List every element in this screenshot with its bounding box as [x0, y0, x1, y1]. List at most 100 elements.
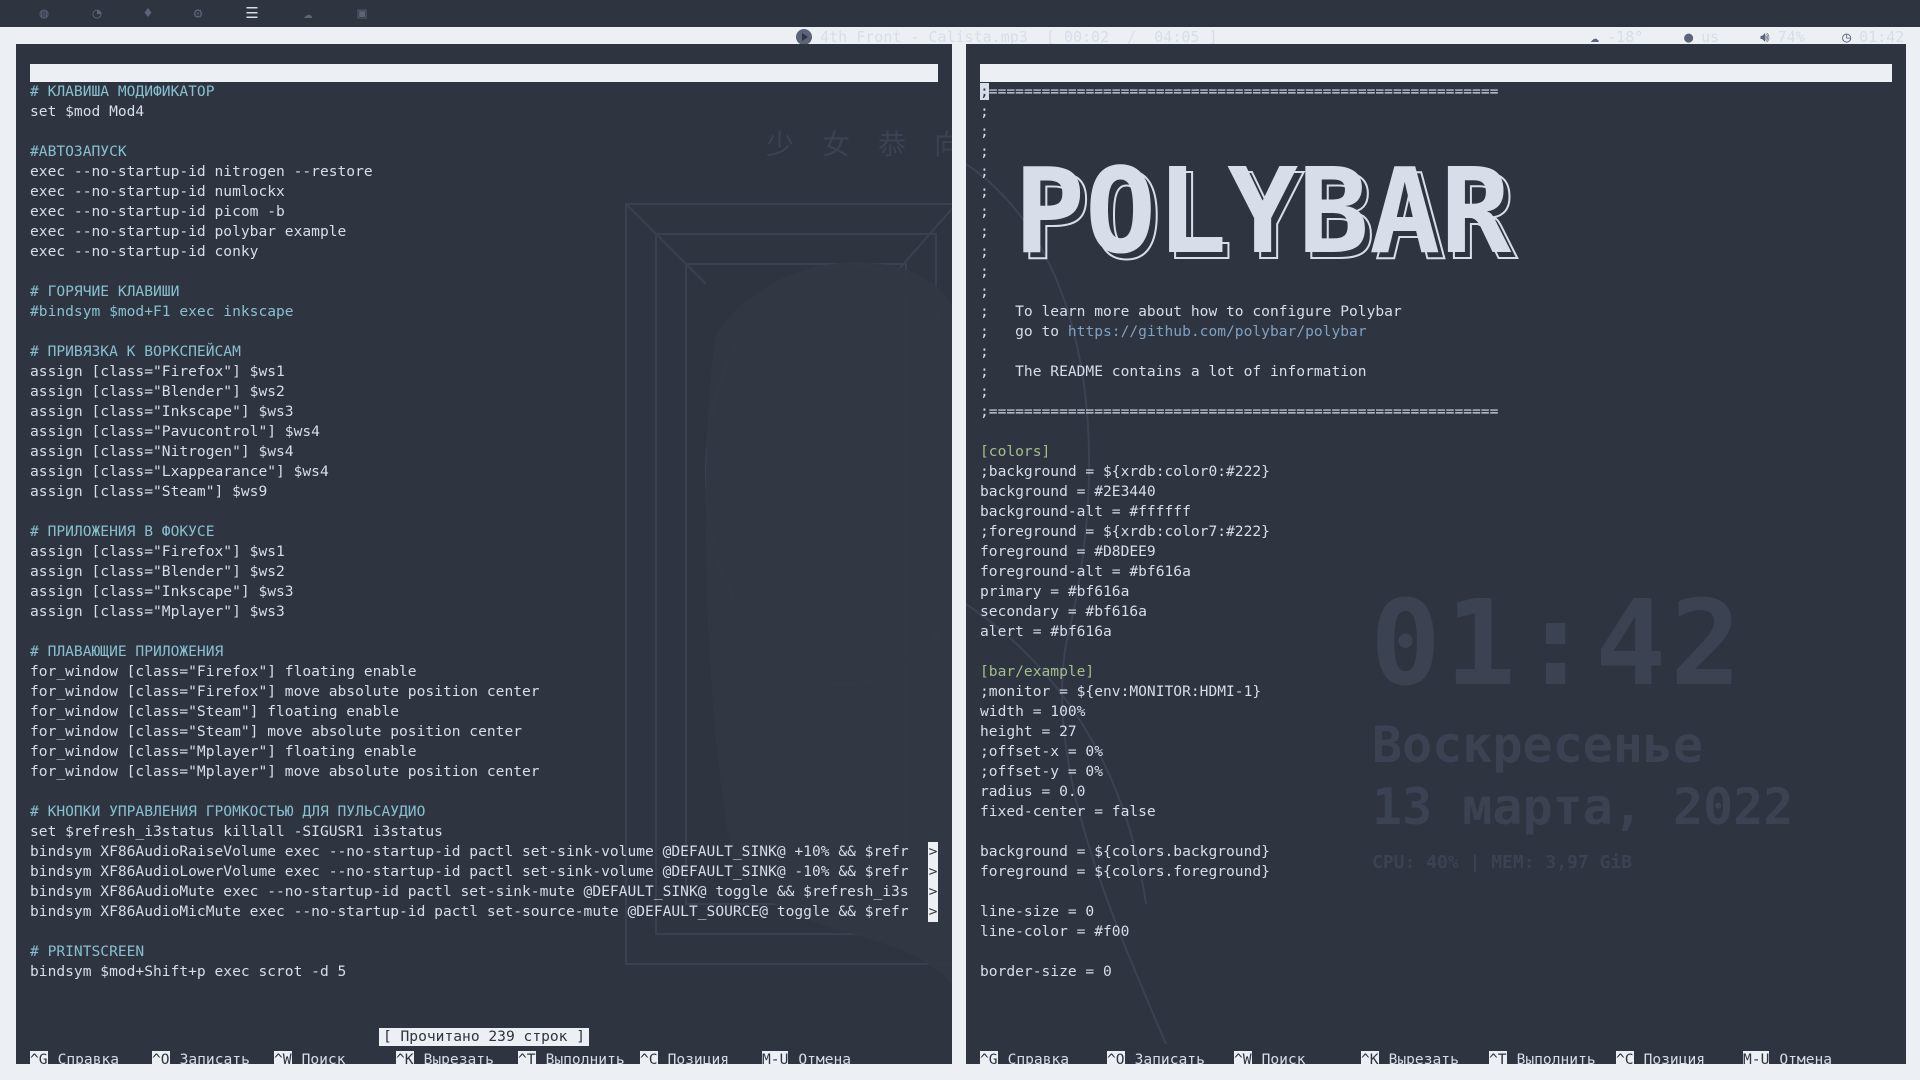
code-text: exec --no-startup-id polybar example [30, 223, 347, 240]
code-line: line-color = #f00 [980, 922, 1892, 942]
shortcut-label: Отмена [1779, 1051, 1833, 1064]
steam-icon[interactable]: ▣ [352, 4, 372, 22]
code-text: exec --no-startup-id nitrogen --restore [30, 163, 373, 180]
code-line: bindsym XF86AudioRaiseVolume exec --no-s… [30, 842, 938, 862]
shortcut-item[interactable]: ^K Вырезать [396, 1050, 494, 1064]
terminal-icon[interactable]: ☰ [242, 4, 262, 22]
code-text: assign [class="Nitrogen"] $ws4 [30, 443, 294, 460]
shortcut-label: Справка [1007, 1051, 1070, 1064]
code-text: ;offset-y = 0% [980, 763, 1104, 780]
code-text: ; [980, 243, 989, 260]
code-line: secondary = #bf616a [980, 602, 1892, 622]
shortcut-label: Вырезать [1388, 1051, 1459, 1064]
shortcut-label: Поиск [301, 1051, 346, 1064]
code-text: # ПРИЛОЖЕНИЯ В ФОКУСЕ [30, 523, 215, 540]
weather-module: ☁ -18° [1554, 0, 1643, 46]
code-text: # ПРИВЯЗКА К ВОРКСПЕЙСАМ [30, 343, 241, 360]
nano-titlebar: GNU nano 6.2 .config/polybar/config [980, 64, 1892, 117]
shortcut-label: Отмена [798, 1051, 852, 1064]
shortcut-item[interactable]: ^O Записать [152, 1050, 250, 1064]
shortcut-item[interactable]: ^C Позиция [640, 1050, 729, 1064]
code-text: foreground = ${colors.foreground} [980, 863, 1270, 880]
code-line: fixed-center = false [980, 802, 1892, 822]
code-text: ; [980, 103, 989, 120]
terminal-left[interactable]: 少 女 恭 向 GNU nano 6.2 .config/i3/config #… [16, 44, 952, 1064]
code-text: bindsym XF86AudioMute exec --no-startup-… [30, 883, 909, 900]
shortcut-item[interactable]: ^G Справка [30, 1050, 119, 1064]
shortcut-item[interactable]: ^K Вырезать [1361, 1050, 1459, 1064]
code-text: ; [980, 263, 989, 280]
code-line: foreground-alt = #bf616a [980, 562, 1892, 582]
shortcut-item[interactable]: ^C Позиция [1616, 1050, 1705, 1064]
code-text: set $mod Mod4 [30, 103, 145, 120]
code-line: radius = 0.0 [980, 782, 1892, 802]
code-text: set $refresh_i3status killall -SIGUSR1 i… [30, 823, 443, 840]
blender-icon[interactable]: ◔ [87, 4, 107, 22]
code-line: ; [980, 342, 1892, 362]
code-text: assign [class="Lxappearance"] $ws4 [30, 463, 329, 480]
terminal-right[interactable]: 01:42 Воскресенье 13 марта, 2022 CPU: 40… [966, 44, 1906, 1064]
code-text: alert = #bf616a [980, 623, 1112, 640]
code-text: for_window [class="Steam"] move absolute… [30, 723, 523, 740]
shortcut-item[interactable]: M-U Отмена [1743, 1050, 1832, 1064]
shortcut-item[interactable]: ^W Поиск [1234, 1050, 1306, 1064]
code-text: background-alt = #ffffff [980, 503, 1191, 520]
firefox-icon[interactable]: ◍ [34, 4, 54, 22]
code-text: exec --no-startup-id conky [30, 243, 259, 260]
line-truncated-marker: > [928, 842, 938, 862]
code-text: #АВТОЗАПУСК [30, 143, 127, 160]
editor-content[interactable]: # КЛАВИША МОДИФИКАТОР set $mod Mod4 #АВТОЗ… [30, 82, 938, 982]
code-text: bindsym XF86AudioRaiseVolume exec --no-s… [30, 843, 909, 860]
code-line: width = 100% [980, 702, 1892, 722]
code-text: #bindsym $mod+F1 exec inkscape [30, 303, 294, 320]
code-line: assign [class="Firefox"] $ws1 [30, 542, 938, 562]
code-text: for_window [class="Steam"] floating enab… [30, 703, 400, 720]
code-line: exec --no-startup-id nitrogen --restore [30, 162, 938, 182]
code-text: assign [class="Steam"] $ws9 [30, 483, 268, 500]
code-text: # КЛАВИША МОДИФИКАТОР [30, 83, 215, 100]
code-text: height = 27 [980, 723, 1077, 740]
code-text: ;background = ${xrdb:color0:#222} [980, 463, 1270, 480]
code-line: [bar/example] [980, 662, 1892, 682]
code-line: assign [class="Mplayer"] $ws3 [30, 602, 938, 622]
now-playing[interactable]: 4th Front - Calista.mp3 [ 00:02 / 04:05 … [760, 0, 1217, 46]
code-text: line-color = #f00 [980, 923, 1130, 940]
settings-icon[interactable]: ⚙ [188, 4, 208, 22]
shortcut-item[interactable]: ^G Справка [980, 1050, 1069, 1064]
code-text: assign [class="Pavucontrol"] $ws4 [30, 423, 320, 440]
code-line: #АВТОЗАПУСК [30, 142, 938, 162]
code-text: [bar/example] [980, 663, 1095, 680]
code-line: ;foreground = ${xrdb:color7:#222} [980, 522, 1892, 542]
code-url[interactable]: https://github.com/polybar/polybar [1068, 323, 1367, 340]
code-text: fixed-center = false [980, 803, 1156, 820]
code-text: bindsym XF86AudioMicMute exec --no-start… [30, 903, 909, 920]
polybar-ascii-logo: POLYBAR POLYBAR [1014, 142, 1519, 272]
shortcut-label: Вырезать [423, 1051, 494, 1064]
code-line: ; The README contains a lot of informati… [980, 362, 1892, 382]
code-text: ; [980, 123, 989, 140]
code-line: assign [class="Inkscape"] $ws3 [30, 582, 938, 602]
code-text: ; [980, 163, 989, 180]
code-line: alert = #bf616a [980, 622, 1892, 642]
code-line: # КНОПКИ УПРАВЛЕНИЯ ГРОМКОСТЬЮ ДЛЯ ПУЛЬС… [30, 802, 938, 822]
shortcut-key: ^G [30, 1051, 48, 1064]
code-text: ; [980, 383, 989, 400]
inkscape-icon[interactable]: ♦ [138, 4, 158, 22]
logo-text: POLYBAR [1014, 142, 1512, 272]
shortcut-item[interactable]: ^W Поиск [274, 1050, 346, 1064]
code-line: ;=======================================… [980, 402, 1892, 422]
play-icon[interactable] [796, 29, 813, 45]
nitrogen-icon[interactable]: ☁ [298, 4, 318, 22]
shortcut-item[interactable]: ^O Записать [1107, 1050, 1205, 1064]
code-text: foreground = #D8DEE9 [980, 543, 1156, 560]
keyboard-module[interactable]: ● us [1648, 0, 1719, 46]
shortcut-item[interactable]: ^T Выполнить [1489, 1050, 1596, 1064]
status-bar: [ Прочитано 239 строк ] [16, 1028, 952, 1046]
shortcut-label: Записать [179, 1051, 250, 1064]
shortcut-key: M-U [762, 1051, 789, 1064]
volume-module[interactable]: 🔊︎ 74% [1724, 0, 1805, 46]
code-text: secondary = #bf616a [980, 603, 1147, 620]
shortcut-item[interactable]: ^T Выполнить [518, 1050, 625, 1064]
shortcut-item[interactable]: M-U Отмена [762, 1050, 851, 1064]
